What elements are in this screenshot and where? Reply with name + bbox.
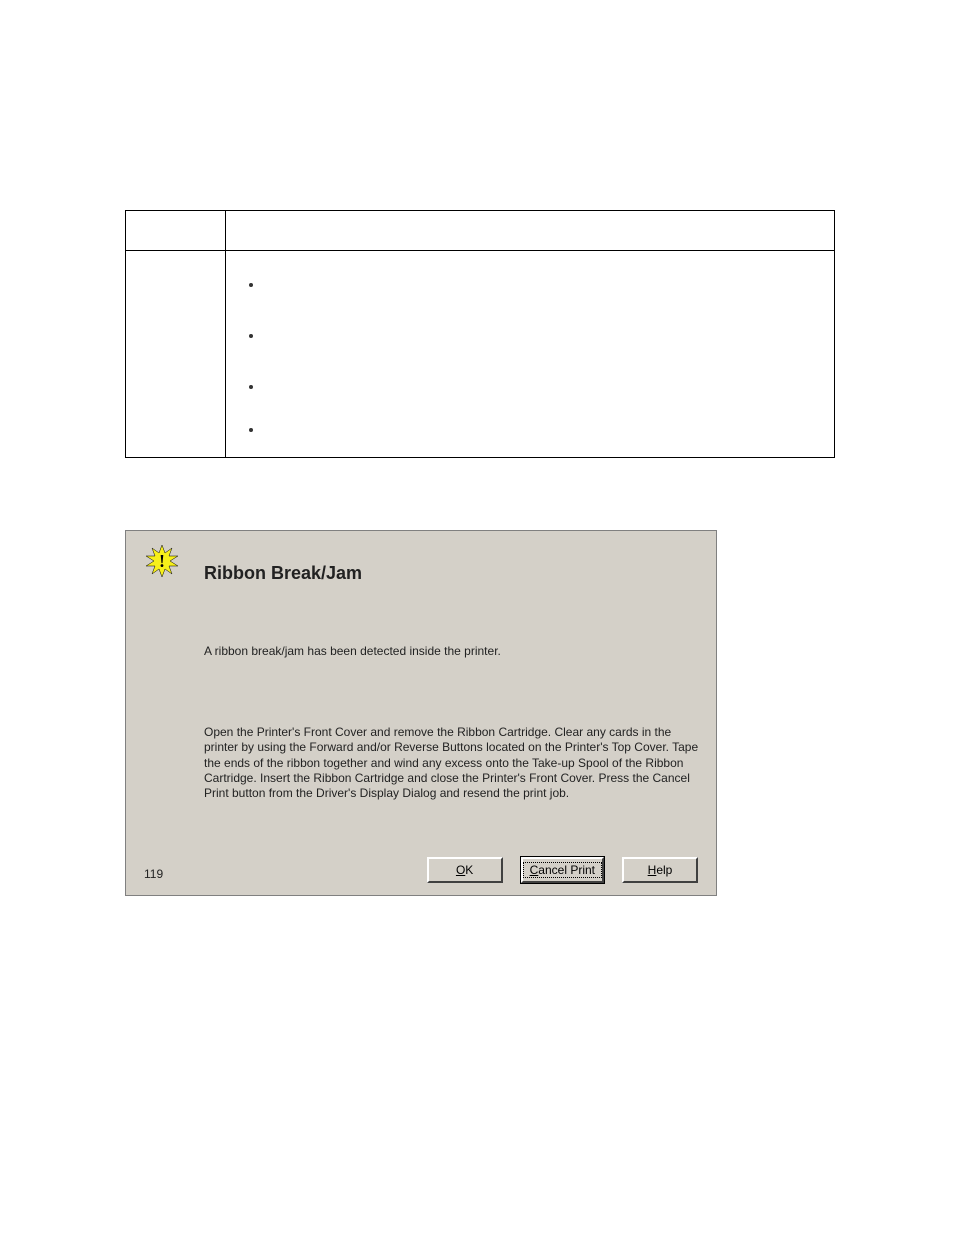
dialog-title: Ribbon Break/Jam — [204, 563, 362, 584]
dialog-instructions: Open the Printer's Front Cover and remov… — [204, 725, 704, 802]
table-header-left — [126, 211, 226, 251]
help-button-label-rest: elp — [656, 863, 672, 877]
dialog-error-code: 119 — [144, 867, 163, 881]
bullet-item — [264, 277, 824, 294]
help-button[interactable]: Help — [622, 857, 698, 883]
document-page: ! Ribbon Break/Jam A ribbon break/jam ha… — [0, 0, 954, 1235]
table-header-row — [126, 211, 835, 251]
table-body-left — [126, 251, 226, 458]
dialog-message: A ribbon break/jam has been detected ins… — [204, 644, 684, 658]
warning-icon: ! — [146, 545, 178, 577]
table-body-right — [225, 251, 834, 458]
bullet-list — [264, 277, 824, 439]
error-dialog: ! Ribbon Break/Jam A ribbon break/jam ha… — [125, 530, 717, 896]
svg-text:!: ! — [159, 551, 165, 571]
table-body-row — [126, 251, 835, 458]
ok-button[interactable]: OK — [427, 857, 503, 883]
bullet-item — [264, 328, 824, 345]
dialog-button-row: OK Cancel Print Help — [427, 857, 698, 883]
ok-button-label-rest: K — [465, 863, 473, 877]
bullet-item — [264, 379, 824, 396]
instruction-table — [125, 210, 835, 458]
table-header-right — [225, 211, 834, 251]
bullet-item — [264, 422, 824, 439]
cancel-print-button[interactable]: Cancel Print — [521, 857, 604, 883]
cancel-button-label-rest: ancel Print — [538, 863, 595, 877]
